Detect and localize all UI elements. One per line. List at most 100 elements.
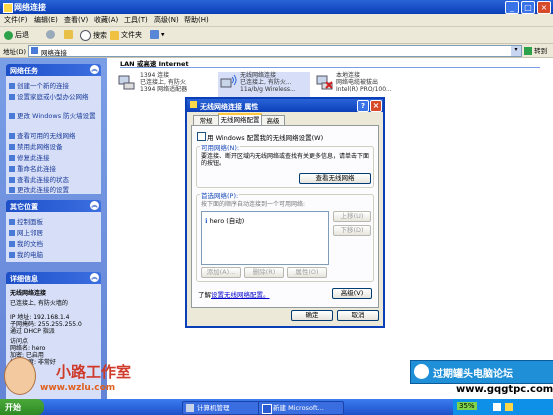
task-label: 重命名此连接	[17, 165, 56, 173]
collapse-chevron-icon[interactable]: ︽	[90, 273, 99, 282]
task-view-status[interactable]: 查看此连接的状态	[9, 174, 69, 184]
wireless-icon	[9, 133, 15, 139]
preferred-networks-list[interactable]: ℹ hero (自动)	[201, 211, 329, 265]
task-label: 更改此连接的设置	[17, 186, 69, 194]
back-label: 后退	[15, 31, 29, 39]
folders-button[interactable]: 文件夹	[110, 30, 142, 40]
task-repair[interactable]: 修复此连接	[9, 152, 50, 162]
advanced-button[interactable]: 高级(V)	[332, 288, 372, 299]
documents-icon	[9, 241, 15, 247]
other-places-panel: 控制面板 网上邻居 我的文档 我的电脑	[6, 212, 101, 262]
menu-advanced[interactable]: 高级(N)	[154, 15, 179, 25]
back-button[interactable]: 后退	[4, 30, 29, 40]
collapse-chevron-icon[interactable]: ︽	[90, 65, 99, 74]
up-button[interactable]	[64, 30, 75, 39]
menu-help[interactable]: 帮助(H)	[184, 15, 209, 25]
word-document-icon	[262, 404, 272, 414]
network-tasks-header[interactable]: 网络任务 ︽	[6, 64, 101, 76]
place-my-computer[interactable]: 我的电脑	[9, 249, 43, 259]
watermark-left-url: www.wzlu.com	[40, 383, 116, 393]
cartoon-mascot-icon	[4, 357, 36, 395]
task-label: 更改 Windows 防火墙设置	[17, 112, 96, 120]
network-entry-label: hero (自动)	[209, 217, 245, 225]
firewall-icon	[9, 113, 15, 119]
view-wireless-networks-button[interactable]: 查看无线网络	[299, 173, 371, 184]
menu-tools[interactable]: 工具(T)	[124, 15, 148, 25]
details-dhcp: 通过 DHCP 指派	[10, 328, 55, 335]
menu-view[interactable]: 查看(V)	[64, 15, 88, 25]
other-places-header[interactable]: 其它位置 ︽	[6, 200, 101, 212]
watermark-right: 过期罐头电脑论坛 www.gqgtpc.com	[410, 360, 553, 398]
tray-volume-icon[interactable]	[505, 403, 513, 411]
network-properties-button[interactable]: 属性(O)	[287, 267, 327, 278]
windows-config-checkbox[interactable]	[197, 132, 206, 141]
forward-button[interactable]	[46, 30, 57, 39]
connection-name: 本地连接	[336, 72, 361, 79]
watermark-left: 小路工作室 www.wzlu.com	[2, 355, 182, 399]
task-label: 查看可用的无线网络	[17, 132, 76, 140]
taskbar-item-computer-management[interactable]: 计算机管理	[182, 401, 260, 415]
menu-file[interactable]: 文件(F)	[4, 15, 28, 25]
place-control-panel[interactable]: 控制面板	[9, 216, 43, 226]
other-places-title: 其它位置	[10, 203, 38, 211]
control-panel-icon	[9, 219, 15, 225]
place-label: 网上邻居	[17, 229, 43, 237]
close-button[interactable]: ×	[537, 1, 551, 14]
move-down-button[interactable]: 下移(D)	[333, 225, 371, 236]
start-label: 开始	[5, 403, 21, 412]
connection-status: 已连接上, 有防火...	[240, 79, 292, 86]
task-change-settings[interactable]: 更改此连接的设置	[9, 184, 69, 194]
maximize-button[interactable]: □	[521, 1, 535, 14]
task-firewall[interactable]: 更改 Windows 防火墙设置	[9, 110, 96, 120]
add-network-button[interactable]: 添加(A)...	[201, 267, 241, 278]
ok-button[interactable]: 确定	[291, 310, 333, 321]
up-folder-icon	[64, 30, 73, 39]
taskbar-item-label: 新建 Microsoft...	[273, 404, 324, 412]
collapse-chevron-icon[interactable]: ︽	[90, 201, 99, 210]
details-name: 无线网络连接	[10, 290, 47, 297]
move-up-button[interactable]: 上移(U)	[333, 211, 371, 222]
connection-item-selected[interactable]: 无线网络连接 已连接上, 有防火... 11a/b/g Wireless...	[218, 72, 310, 100]
task-disable-device[interactable]: 禁用此网络设备	[9, 141, 63, 151]
connection-item[interactable]: 本地连接 网络电缆被拔出 Intel(R) PRO/100...	[314, 72, 406, 100]
new-connection-icon	[9, 83, 15, 89]
task-home-network[interactable]: 设置家庭或小型办公网络	[9, 91, 89, 101]
home-network-icon	[9, 94, 15, 100]
repair-icon	[9, 155, 15, 161]
tray-network-icon[interactable]	[493, 403, 501, 411]
dialog-close-button[interactable]: ×	[370, 100, 382, 112]
task-create-connection[interactable]: 创建一个新的连接	[9, 80, 69, 90]
place-network-neighborhood[interactable]: 网上邻居	[9, 227, 43, 237]
search-button[interactable]: 搜索	[80, 30, 107, 41]
learn-prefix: 了解	[198, 291, 211, 299]
go-label: 转到	[534, 47, 548, 55]
list-item[interactable]: ℹ hero (自动)	[205, 215, 244, 225]
place-my-documents[interactable]: 我的文档	[9, 238, 43, 248]
connection-item[interactable]: 1394 连接 已连接上, 有防火 1394 网络适配器	[118, 72, 208, 100]
address-dropdown-icon[interactable]: ▾	[511, 46, 521, 56]
remove-network-button[interactable]: 删除(R)	[244, 267, 284, 278]
start-button[interactable]: 开始	[0, 399, 44, 415]
menu-favorites[interactable]: 收藏(A)	[94, 15, 118, 25]
computer-icon	[9, 252, 15, 258]
minimize-button[interactable]: _	[505, 1, 519, 14]
wireless-small-icon: ℹ	[205, 217, 208, 225]
address-input[interactable]: 网络连接 ▾	[28, 45, 522, 57]
menu-edit[interactable]: 编辑(E)	[34, 15, 58, 25]
learn-link[interactable]: 设置无线网络配置。	[211, 291, 270, 299]
taskbar-item-word[interactable]: 新建 Microsoft...	[258, 401, 344, 415]
task-rename[interactable]: 重命名此连接	[9, 163, 56, 173]
details-header[interactable]: 详细信息 ︽	[6, 272, 101, 284]
status-icon	[9, 177, 15, 183]
help-button[interactable]: ?	[357, 100, 369, 112]
address-value: 网络连接	[41, 49, 67, 57]
dialog-title-bar: 无线网络连接 属性 ? ×	[187, 99, 383, 112]
learn-more-text: 了解设置无线网络配置。	[198, 289, 270, 299]
task-view-wireless[interactable]: 查看可用的无线网络	[9, 130, 76, 140]
wireless-properties-dialog: 无线网络连接 属性 ? × 常规 无线网络配置 高级 用 Windows 配置我…	[185, 97, 385, 328]
cancel-button[interactable]: 取消	[337, 310, 379, 321]
title-bar: 网络连接 _ □ ×	[0, 0, 553, 14]
views-button[interactable]: ▾	[150, 30, 165, 39]
task-label: 禁用此网络设备	[17, 143, 63, 151]
go-button[interactable]: 转到	[524, 45, 547, 55]
